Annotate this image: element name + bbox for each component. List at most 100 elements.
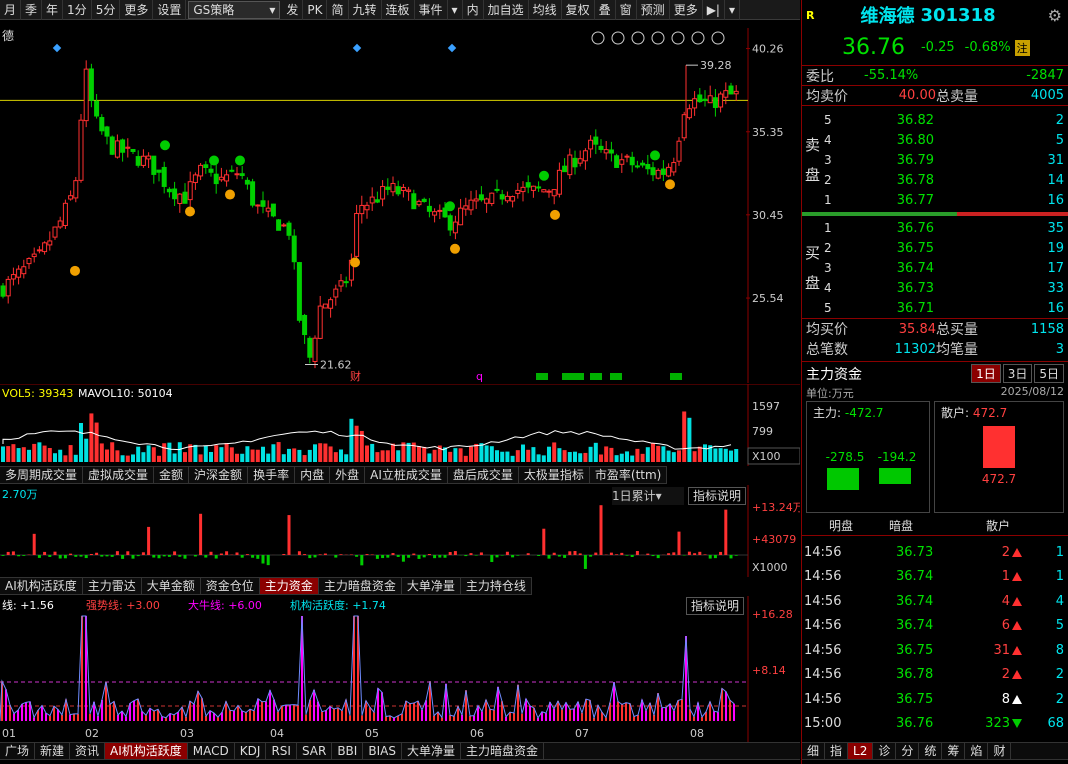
ask-level-5[interactable]: 5 36.82 2 — [802, 110, 1068, 130]
eye-icon[interactable] — [591, 31, 605, 45]
tab-tabsMid-6[interactable]: 外盘 — [330, 467, 366, 483]
news-marker-icon[interactable] — [536, 373, 548, 380]
tab-tabsCap-3[interactable]: 资金仓位 — [201, 578, 260, 594]
strategy-select[interactable]: GS策略 ▾ — [188, 0, 281, 19]
sell-signal-icon[interactable] — [650, 150, 660, 161]
tab-tabsBottom-7[interactable]: SAR — [297, 743, 333, 759]
reset-icon[interactable] — [631, 31, 645, 45]
tool-button-b-6[interactable]: 预测 — [637, 0, 670, 20]
ask-level-1[interactable]: 1 36.77 16 — [802, 190, 1068, 210]
period-button-2[interactable]: 年 — [42, 0, 64, 20]
tool-button-4[interactable]: 连板 — [382, 0, 415, 20]
ask-level-3[interactable]: 3 36.79 31 — [802, 150, 1068, 170]
tool-button-0[interactable]: 发 — [282, 0, 304, 20]
tab-tabsMid-3[interactable]: 沪深金额 — [189, 467, 249, 483]
dropdown-icon[interactable]: ▾ — [448, 0, 463, 20]
tool-button-b-2[interactable]: 均线 — [529, 0, 562, 20]
tab-tabsMid-4[interactable]: 换手率 — [248, 467, 296, 483]
tab-tabsBottom-4[interactable]: MACD — [188, 743, 235, 759]
tool-button-b-3[interactable]: 复权 — [562, 0, 595, 20]
ask-level-4[interactable]: 4 36.80 5 — [802, 130, 1068, 150]
tab-tabsBottom-11[interactable]: 主力暗盘资金 — [461, 743, 544, 759]
tab-tabsMid-5[interactable]: 内盘 — [295, 467, 331, 483]
period-tab-0[interactable]: 1日 — [971, 364, 1001, 383]
tab-tabsRight-0[interactable]: 细 — [802, 743, 826, 759]
buy-signal-icon[interactable] — [550, 209, 560, 220]
tab-tabsRight-4[interactable]: 分 — [896, 743, 920, 759]
tool-button-1[interactable]: PK — [303, 0, 328, 20]
bid-level-2[interactable]: 2 36.75 19 — [802, 238, 1068, 258]
tab-tabsCap-6[interactable]: 大单净量 — [402, 578, 461, 594]
news-marker-icon[interactable] — [610, 373, 622, 380]
tab-tabsMid-10[interactable]: 市盈率(ttm) — [590, 467, 668, 483]
buy-signal-icon[interactable] — [450, 243, 460, 254]
tool-button-3[interactable]: 九转 — [349, 0, 382, 20]
tab-tabsMid-7[interactable]: AI立桩成交量 — [365, 467, 448, 483]
tool-button-b-5[interactable]: 窗 — [616, 0, 637, 20]
tab-tabsCap-5[interactable]: 主力暗盘资金 — [319, 578, 402, 594]
chevron-down-icon[interactable]: ▾ — [725, 0, 741, 20]
period-tab-2[interactable]: 5日 — [1034, 364, 1064, 383]
news-marker-icon[interactable] — [572, 373, 584, 380]
volume-chart[interactable]: VOL5: 39343 MAVOL10: 50104 1597 799 X100 — [0, 384, 800, 466]
event-diamond-icon[interactable] — [52, 43, 62, 53]
fullscreen-icon[interactable]: ▶| — [703, 0, 725, 20]
period-button-4[interactable]: 5分 — [92, 0, 121, 20]
sell-signal-icon[interactable] — [539, 170, 549, 181]
sell-signal-icon[interactable] — [209, 155, 219, 166]
scissors-icon[interactable] — [671, 31, 685, 45]
sell-signal-icon[interactable] — [235, 155, 245, 166]
zoom-in-icon[interactable] — [691, 31, 705, 45]
tab-tabsRight-7[interactable]: 焰 — [965, 743, 989, 759]
tab-tabsBottom-10[interactable]: 大单净量 — [402, 743, 461, 759]
bid-level-1[interactable]: 1 36.76 35 — [802, 218, 1068, 238]
period-select[interactable]: 1日累计▾ — [612, 487, 684, 505]
tab-tabsBottom-0[interactable]: 广场 — [0, 743, 36, 759]
tab-tabsRight-1[interactable]: 指 — [825, 743, 849, 759]
indicator-explain-button-ai[interactable]: 指标说明 — [686, 597, 745, 615]
undo-icon[interactable] — [651, 31, 665, 45]
tool-button-b-7[interactable]: 更多 — [670, 0, 703, 20]
period-button-3[interactable]: 1分 — [63, 0, 92, 20]
candlestick-chart[interactable]: 40.26 35.35 30.45 25.54 德 39.28 21.62财 q — [0, 28, 800, 383]
tool-button-5[interactable]: 事件 — [415, 0, 448, 20]
hand-icon[interactable] — [611, 31, 625, 45]
tab-tabsCap-7[interactable]: 主力持仓线 — [461, 578, 532, 594]
tab-tabsCap-4[interactable]: 主力资金 — [259, 578, 319, 594]
tab-tabsMid-2[interactable]: 金额 — [154, 467, 190, 483]
tab-tabsMid-9[interactable]: 太极量指标 — [519, 467, 590, 483]
bid-level-4[interactable]: 4 36.73 33 — [802, 278, 1068, 298]
tool-button-b-0[interactable]: 内 — [463, 0, 484, 20]
buy-signal-icon[interactable] — [70, 265, 80, 276]
buy-signal-icon[interactable] — [225, 189, 235, 200]
period-button-6[interactable]: 设置 — [153, 0, 187, 20]
tool-button-b-4[interactable]: 叠 — [595, 0, 616, 20]
gear-icon[interactable]: ⚙ — [1048, 6, 1062, 25]
tab-tabsBottom-8[interactable]: BBI — [332, 743, 364, 759]
tab-tabsRight-2[interactable]: L2 — [848, 743, 874, 759]
event-diamond-icon[interactable] — [447, 43, 457, 53]
indicator-explain-button[interactable]: 指标说明 — [688, 487, 747, 505]
tab-tabsMid-0[interactable]: 多周期成交量 — [0, 467, 84, 483]
buy-signal-icon[interactable] — [665, 179, 675, 190]
buy-signal-icon[interactable] — [350, 257, 360, 268]
tab-tabsRight-8[interactable]: 财 — [988, 743, 1012, 759]
tab-tabsBottom-5[interactable]: KDJ — [235, 743, 267, 759]
news-marker-icon[interactable] — [590, 373, 602, 380]
period-button-0[interactable]: 月 — [0, 0, 22, 20]
ask-level-2[interactable]: 2 36.78 14 — [802, 170, 1068, 190]
tab-tabsBottom-9[interactable]: BIAS — [363, 743, 402, 759]
tab-tabsMid-1[interactable]: 虚拟成交量 — [83, 467, 155, 483]
tab-tabsRight-3[interactable]: 诊 — [873, 743, 897, 759]
tab-tabsCap-2[interactable]: 大单金额 — [142, 578, 201, 594]
news-marker-icon[interactable] — [670, 373, 682, 380]
period-button-1[interactable]: 季 — [21, 0, 43, 20]
sell-signal-icon[interactable] — [160, 140, 170, 151]
period-tab-1[interactable]: 3日 — [1002, 364, 1033, 383]
event-diamond-icon[interactable] — [352, 43, 362, 53]
tab-tabsMid-8[interactable]: 盘后成交量 — [448, 467, 519, 483]
tab-tabsBottom-2[interactable]: 资讯 — [70, 743, 106, 759]
tab-tabsBottom-3[interactable]: AI机构活跃度 — [105, 743, 188, 759]
zoom-out-icon[interactable] — [711, 31, 725, 45]
tab-tabsCap-1[interactable]: 主力雷达 — [83, 578, 142, 594]
